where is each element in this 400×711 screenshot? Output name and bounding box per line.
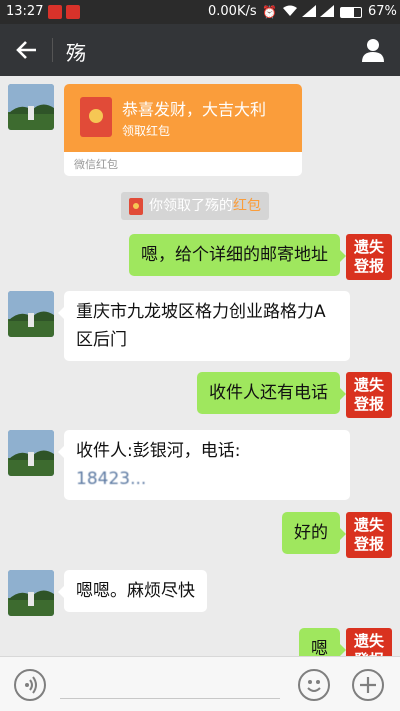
sent-message[interactable]: 好的 xyxy=(282,512,346,554)
emoji-icon[interactable] xyxy=(298,669,330,701)
status-bar: 13:27 0.00K/s ⏰ 67% xyxy=(0,0,400,24)
red-packet-body: 恭喜发财，大吉大利 领取红包 xyxy=(64,84,302,152)
red-packet-link[interactable]: 红包 xyxy=(233,198,261,214)
sent-message[interactable]: 收件人还有电话 xyxy=(197,372,346,414)
status-time: 13:27 xyxy=(6,4,44,19)
received-message[interactable]: 收件人:彭银河，电话: 18423... xyxy=(58,430,350,500)
network-speed: 0.00K/s xyxy=(208,4,257,19)
message-input[interactable] xyxy=(60,698,280,699)
red-envelope-icon xyxy=(129,198,143,215)
avatar[interactable] xyxy=(8,570,54,616)
phone-number[interactable]: 18423... xyxy=(76,465,338,493)
voice-icon[interactable] xyxy=(14,669,46,701)
message-text: 重庆市九龙坡区格力创业路格力A xyxy=(76,302,326,322)
message-list[interactable]: 恭喜发财，大吉大利 领取红包 微信红包 你领取了殇的红包 嗯，给个详细的邮寄地址… xyxy=(0,76,400,656)
red-envelope-icon xyxy=(80,97,112,137)
avatar[interactable] xyxy=(8,84,54,130)
app-notification-icon xyxy=(48,5,62,19)
badge-line: 登报 xyxy=(353,257,384,275)
red-packet-footer: 微信红包 xyxy=(74,158,118,171)
lost-report-badge[interactable]: 遗失 登报 xyxy=(346,512,392,558)
received-message[interactable]: 重庆市九龙坡区格力创业路格力A 区后门 xyxy=(58,291,350,361)
received-message[interactable]: 嗯嗯。麻烦尽快 xyxy=(58,570,207,612)
app-notification-icon xyxy=(66,5,80,19)
avatar[interactable] xyxy=(8,430,54,476)
red-packet-message[interactable]: 恭喜发财，大吉大利 领取红包 微信红包 xyxy=(64,84,302,176)
system-notice: 你领取了殇的红包 xyxy=(121,192,269,220)
message-text: 嗯嗯。麻烦尽快 xyxy=(76,581,195,601)
message-text: 嗯，给个详细的邮寄地址 xyxy=(141,245,328,265)
signal-icon xyxy=(320,5,334,20)
red-packet-action: 领取红包 xyxy=(122,124,171,138)
person-icon[interactable] xyxy=(358,35,388,65)
lost-report-badge[interactable]: 遗失 登报 xyxy=(346,628,392,656)
badge-line: 登报 xyxy=(353,395,384,413)
message-text: 区后门 xyxy=(76,330,127,350)
chat-title: 殇 xyxy=(66,41,86,65)
badge-line: 遗失 xyxy=(353,516,384,534)
avatar[interactable] xyxy=(8,291,54,337)
message-text: 嗯 xyxy=(311,639,328,656)
input-bar xyxy=(0,656,400,711)
message-text: 收件人:彭银河，电话: xyxy=(76,441,241,461)
badge-line: 登报 xyxy=(353,535,384,553)
lost-report-badge[interactable]: 遗失 登报 xyxy=(346,234,392,280)
alarm-icon: ⏰ xyxy=(262,5,277,19)
plus-icon[interactable] xyxy=(352,669,384,701)
lost-report-badge[interactable]: 遗失 登报 xyxy=(346,372,392,418)
message-text: 好的 xyxy=(294,523,328,543)
battery-icon xyxy=(340,7,362,18)
system-notice-text: 你领取了殇的 xyxy=(149,198,233,214)
sent-message[interactable]: 嗯，给个详细的邮寄地址 xyxy=(129,234,346,276)
red-packet-greeting: 恭喜发财，大吉大利 xyxy=(122,100,267,119)
badge-line: 遗失 xyxy=(353,632,384,650)
sent-message[interactable]: 嗯 xyxy=(299,628,346,656)
battery-percent: 67% xyxy=(368,4,397,19)
badge-line: 遗失 xyxy=(353,238,384,256)
message-text: 收件人还有电话 xyxy=(209,383,328,403)
wifi-icon xyxy=(282,5,298,20)
header-divider xyxy=(52,38,53,62)
chat-header: 殇 xyxy=(0,24,400,76)
badge-line: 遗失 xyxy=(353,376,384,394)
arrow-left-icon[interactable] xyxy=(12,35,42,65)
signal-icon xyxy=(302,5,316,20)
